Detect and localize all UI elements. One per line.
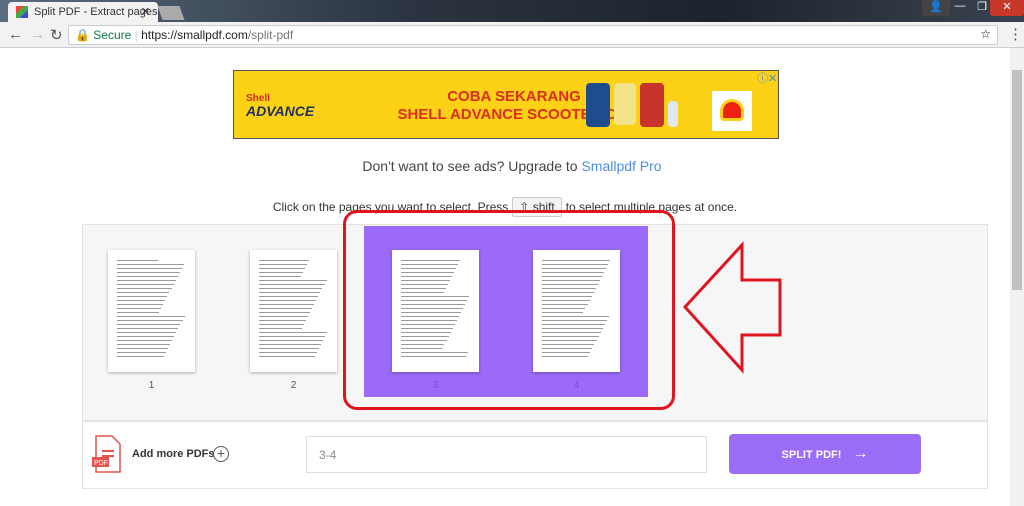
reload-icon[interactable]: ↻	[50, 26, 63, 44]
text-line	[259, 272, 304, 273]
page-range-input[interactable]	[306, 436, 707, 473]
page-label: 2	[290, 380, 297, 391]
url-scheme: https://	[141, 28, 178, 42]
text-line	[117, 276, 178, 277]
oil-bottle-image	[668, 101, 678, 127]
text-line	[117, 260, 159, 261]
text-line	[117, 304, 164, 305]
svg-text:PDF: PDF	[94, 460, 108, 467]
text-line	[117, 300, 166, 301]
text-line	[117, 320, 183, 321]
text-line	[117, 352, 166, 353]
text-line	[117, 336, 175, 337]
add-more-pdfs-button[interactable]: Add more PDFs	[132, 448, 215, 460]
shell-logo	[712, 91, 752, 131]
text-line	[259, 332, 328, 333]
text-line	[117, 308, 162, 309]
oil-bottle-image	[640, 83, 664, 127]
text-line	[259, 328, 302, 329]
upsell-text: Don't want to see ads? Upgrade to Smallp…	[362, 158, 662, 174]
annotation-highlight-box	[343, 210, 675, 410]
pdf-file-icon[interactable]: PDF	[92, 435, 124, 473]
text-line	[259, 320, 306, 321]
url-input[interactable]: 🔒 Secure | https://smallpdf.com/split-pd…	[68, 25, 998, 45]
text-line	[259, 356, 315, 357]
text-line	[259, 260, 310, 261]
tab-title: Split PDF - Extract pages	[34, 6, 158, 18]
text-line	[117, 292, 170, 293]
oil-bottle-image	[614, 83, 636, 125]
ad-choices-icon[interactable]: ⓘ✕	[757, 70, 777, 86]
address-bar: ← → ↻ 🔒 Secure | https://smallpdf.com/sp…	[0, 22, 1024, 48]
text-line	[259, 316, 308, 317]
text-line	[259, 308, 313, 309]
ad-product: ADVANCE	[246, 103, 315, 119]
text-line	[117, 312, 160, 313]
text-line	[259, 280, 327, 281]
page-thumbnail-1[interactable]: 1	[108, 250, 195, 391]
text-line	[259, 304, 315, 305]
text-line	[117, 284, 174, 285]
text-line	[259, 264, 308, 265]
bookmark-star-icon[interactable]: ☆	[980, 27, 991, 41]
text-line	[259, 324, 304, 325]
text-line	[117, 288, 172, 289]
text-line	[117, 332, 177, 333]
text-line	[117, 340, 173, 341]
text-line	[259, 300, 317, 301]
text-line	[117, 328, 179, 329]
text-line	[117, 324, 181, 325]
browser-tab[interactable]: Split PDF - Extract pages ✕	[8, 2, 158, 22]
menu-icon[interactable]: ⋮	[1008, 25, 1023, 43]
text-line	[259, 344, 322, 345]
close-tab-icon[interactable]: ✕	[141, 5, 150, 18]
text-line	[117, 280, 176, 281]
text-line	[259, 276, 302, 277]
text-line	[259, 288, 323, 289]
page-thumbnail-2[interactable]: 2	[250, 250, 337, 391]
url-path: /split-pdf	[247, 28, 294, 42]
text-line	[259, 348, 320, 349]
text-line	[117, 264, 184, 265]
text-line	[117, 296, 168, 297]
oil-bottle-image	[586, 83, 610, 127]
ad-banner[interactable]: Shell ADVANCE COBA SEKARANG SHELL ADVANCE…	[233, 70, 779, 139]
split-pdf-button[interactable]: SPLIT PDF! →	[729, 434, 921, 474]
close-window-button[interactable]: ✕	[990, 0, 1024, 16]
text-line	[259, 284, 325, 285]
text-line	[117, 268, 182, 269]
scrollbar-thumb[interactable]	[1012, 70, 1022, 290]
back-icon[interactable]: ←	[8, 26, 23, 43]
text-line	[117, 344, 171, 345]
page-label: 1	[148, 380, 155, 391]
add-circle-icon[interactable]: +	[213, 446, 229, 462]
text-line	[117, 316, 185, 317]
text-line	[117, 348, 169, 349]
secure-label: Secure	[93, 28, 132, 42]
upgrade-link[interactable]: Smallpdf Pro	[581, 158, 661, 174]
text-line	[117, 272, 180, 273]
text-line	[259, 268, 306, 269]
text-line	[117, 356, 164, 357]
forward-icon[interactable]: →	[30, 26, 45, 43]
favicon-icon	[16, 6, 28, 18]
text-line	[259, 336, 326, 337]
text-line	[259, 292, 321, 293]
arrow-right-icon: →	[852, 445, 869, 462]
url-host: smallpdf.com	[177, 28, 248, 42]
text-line	[259, 312, 311, 313]
text-line	[259, 296, 319, 297]
new-tab-button[interactable]	[157, 6, 185, 20]
lock-icon: 🔒	[75, 28, 94, 42]
annotation-arrow-icon	[682, 241, 782, 374]
text-line	[259, 352, 317, 353]
text-line	[259, 340, 324, 341]
